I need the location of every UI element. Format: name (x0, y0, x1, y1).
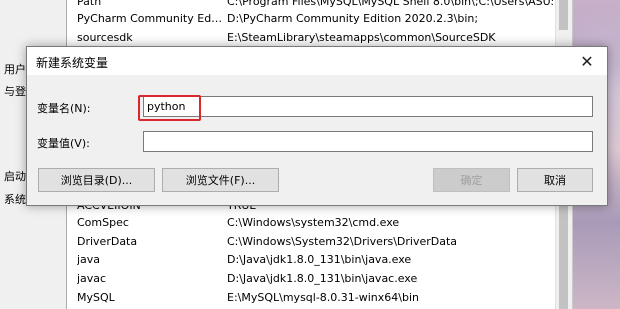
cancel-button[interactable]: 取消 (517, 168, 593, 192)
variable-value-label: 变量值(V): (37, 137, 90, 150)
side-label-user: 用户 (4, 63, 26, 76)
side-label-login: 与登 (4, 85, 26, 98)
list-row[interactable]: DriverData C:\Windows\System32\Drivers\D… (67, 232, 555, 251)
new-system-variable-dialog: 新建系统变量 ✕ 变量名(N): 变量值(V): 浏览目录(D)... 浏览文件… (26, 46, 608, 206)
ok-button[interactable]: 确定 (433, 168, 510, 192)
browse-file-button[interactable]: 浏览文件(F)... (162, 168, 279, 192)
variable-name-label: 变量名(N): (37, 102, 91, 115)
list-row[interactable]: MySQL E:\MySQL\mysql-8.0.31-winx64\bin (67, 288, 555, 307)
scroll-thumb-lower[interactable] (559, 200, 568, 309)
close-button[interactable]: ✕ (567, 47, 607, 75)
list-row[interactable]: ComSpec C:\Windows\system32\cmd.exe (67, 213, 555, 232)
list-row[interactable]: java D:\Java\jdk1.8.0_131\bin\java.exe (67, 250, 555, 269)
dialog-title: 新建系统变量 (36, 56, 109, 70)
list-row[interactable]: sourcesdk E:\SteamLibrary\steamapps\comm… (67, 28, 555, 47)
browse-directory-button[interactable]: 浏览目录(D)... (38, 168, 155, 192)
variable-name-input[interactable] (143, 96, 593, 117)
variable-value-input[interactable] (143, 131, 593, 152)
list-row[interactable]: PyCharm Community Editi... D:\PyCharm Co… (67, 9, 555, 28)
dialog-titlebar[interactable]: 新建系统变量 ✕ (27, 47, 607, 75)
side-label-system: 系统 (4, 193, 26, 206)
list-row[interactable]: javac D:\Java\jdk1.8.0_131\bin\javac.exe (67, 269, 555, 288)
side-label-startup: 启动 (4, 170, 26, 183)
close-icon: ✕ (580, 51, 594, 71)
scroll-thumb[interactable] (559, 0, 568, 30)
